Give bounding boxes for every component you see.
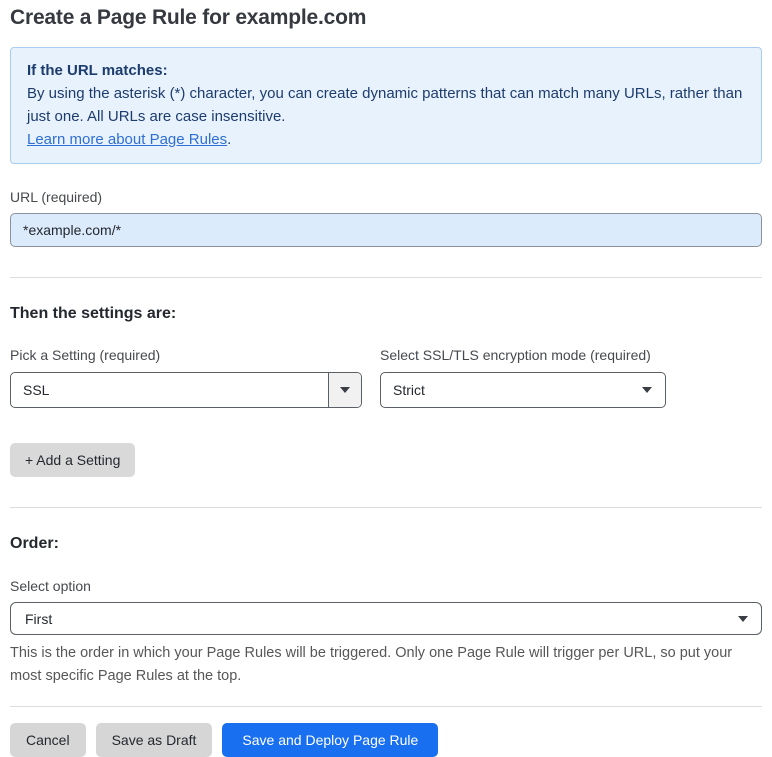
- page-title: Create a Page Rule for example.com: [10, 6, 367, 29]
- footer-divider: [10, 706, 762, 707]
- mode-picker-column: Select SSL/TLS encryption mode (required…: [380, 323, 666, 408]
- setting-picker-select[interactable]: SSL: [10, 372, 362, 408]
- caret-down-icon: [738, 615, 748, 622]
- setting-picker-dropdown-button[interactable]: [328, 373, 361, 407]
- mode-picker-select[interactable]: Strict: [380, 372, 666, 408]
- setting-picker-value: SSL: [23, 382, 50, 398]
- section-divider: [10, 277, 762, 278]
- section-divider: [10, 507, 762, 508]
- save-and-deploy-button[interactable]: Save and Deploy Page Rule: [222, 723, 439, 757]
- url-input[interactable]: [10, 213, 762, 247]
- setting-picker-label: Pick a Setting (required): [10, 347, 161, 363]
- info-box-body: By using the asterisk (*) character, you…: [27, 85, 743, 125]
- settings-row: Pick a Setting (required) SSL Select SSL…: [10, 323, 762, 408]
- caret-down-icon: [642, 387, 652, 393]
- footer-actions: Cancel Save as Draft Save and Deploy Pag…: [10, 723, 762, 757]
- create-page-rule-form: Create a Page Rule for example.com If th…: [0, 0, 772, 757]
- add-setting-button[interactable]: + Add a Setting: [10, 443, 136, 477]
- order-select[interactable]: First: [10, 602, 762, 635]
- settings-section-heading: Then the settings are:: [10, 305, 177, 322]
- url-match-info-box: If the URL matches: By using the asteris…: [10, 47, 762, 164]
- mode-picker-arrow: [642, 373, 665, 407]
- cancel-button[interactable]: Cancel: [10, 723, 86, 757]
- order-select-label: Select option: [10, 578, 91, 594]
- order-section-heading: Order:: [10, 535, 59, 552]
- order-select-value: First: [25, 610, 53, 627]
- info-box-link-line: Learn more about Page Rules.: [27, 128, 745, 151]
- caret-down-icon: [340, 387, 350, 393]
- mode-picker-label: Select SSL/TLS encryption mode (required…: [380, 347, 651, 363]
- setting-picker-column: Pick a Setting (required) SSL: [10, 323, 362, 408]
- learn-more-link[interactable]: Learn more about Page Rules: [27, 131, 227, 148]
- link-suffix: .: [227, 131, 232, 148]
- url-field-label: URL (required): [10, 189, 103, 205]
- save-as-draft-button[interactable]: Save as Draft: [95, 723, 213, 757]
- order-select-arrow: [738, 603, 761, 634]
- mode-picker-value: Strict: [393, 382, 425, 398]
- info-box-heading: If the URL matches:: [27, 62, 168, 79]
- order-help-text: This is the order in which your Page Rul…: [10, 645, 733, 684]
